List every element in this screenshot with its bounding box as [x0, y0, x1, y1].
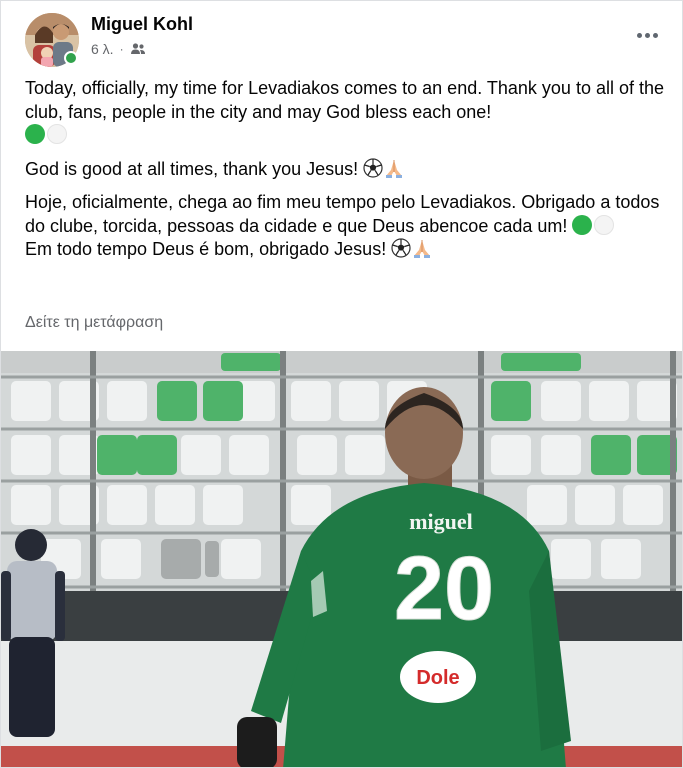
green-circle-icon [25, 124, 45, 144]
post-paragraph: Hoje, oficialmente, chega ao fim meu tem… [25, 191, 665, 262]
author-name[interactable]: Miguel Kohl [91, 13, 193, 35]
soccer-ball-icon [391, 238, 411, 258]
praying-hands-icon [386, 159, 403, 178]
dot-icon [652, 32, 658, 38]
post-photo[interactable]: miguel 20 Dole [1, 351, 682, 767]
paragraph-text: God is good at all times, thank you Jesu… [25, 158, 359, 179]
facebook-post: Miguel Kohl 6 λ. · Today, officially, my… [0, 0, 683, 768]
see-translation-link[interactable]: Δείτε τη μετάφραση [25, 313, 163, 333]
green-circle-icon [572, 214, 593, 235]
post-paragraph: God is good at all times, thank you Jesu… [25, 157, 665, 182]
white-circle-icon [594, 214, 615, 235]
meta-separator: · [119, 42, 124, 56]
shirt-number: 20 [394, 539, 494, 639]
post-timestamp[interactable]: 6 λ. [91, 40, 114, 58]
praying-hands-icon [414, 240, 431, 258]
white-circle-icon [47, 124, 67, 144]
online-status-dot [64, 51, 78, 65]
post-text: Today, officially, my time for Levadiako… [25, 77, 665, 262]
sponsor-logo: Dole [416, 667, 459, 689]
dot-icon [644, 32, 650, 38]
soccer-ball-icon [363, 157, 383, 178]
shirt-name: miguel [409, 509, 473, 534]
paragraph-text: Em todo tempo Deus é bom, obrigado Jesus… [25, 239, 387, 259]
more-options-button[interactable] [632, 23, 662, 47]
paragraph-text: Today, officially, my time for Levadiako… [25, 78, 664, 122]
post-paragraph: Today, officially, my time for Levadiako… [25, 77, 665, 148]
post-meta: 6 λ. · [91, 40, 146, 58]
friends-icon[interactable] [130, 42, 146, 56]
paragraph-text: Hoje, oficialmente, chega ao fim meu tem… [25, 192, 660, 236]
dot-icon [636, 32, 642, 38]
post-header: Miguel Kohl 6 λ. · [1, 1, 682, 71]
